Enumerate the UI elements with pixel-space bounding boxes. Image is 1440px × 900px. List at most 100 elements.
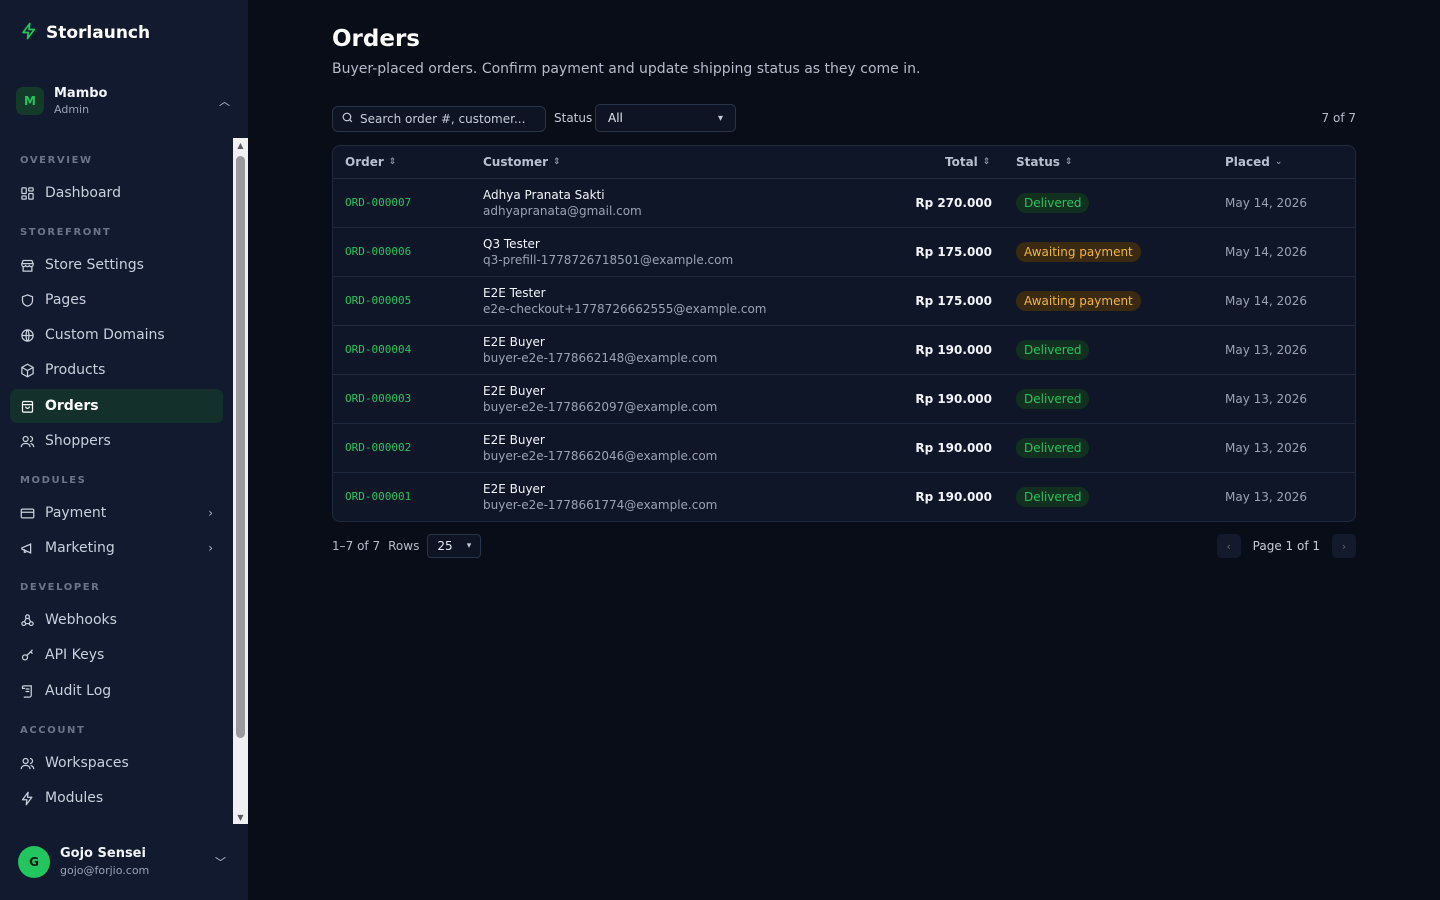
table-row[interactable]: ORD-000007 Adhya Pranata Sakti adhyaprana… <box>333 179 1355 228</box>
sidebar-item-label: Custom Domains <box>45 327 165 343</box>
search-icon <box>341 111 360 128</box>
section-modules: MODULES <box>20 475 87 486</box>
status-badge: Delivered <box>1016 193 1090 213</box>
order-number[interactable]: ORD-000001 <box>345 490 411 503</box>
order-date: May 13, 2026 <box>1225 343 1308 357</box>
table-row[interactable]: ORD-000003 E2E Buyer buyer-e2e-1778662097… <box>333 375 1355 424</box>
order-date: May 13, 2026 <box>1225 490 1308 504</box>
customer-name: E2E Buyer <box>483 335 545 349</box>
column-header-placed[interactable]: Placed ⌄ <box>1225 155 1282 169</box>
scroll-down-arrow-icon[interactable]: ▼ <box>233 810 248 824</box>
sidebar-item-label: API Keys <box>45 647 105 663</box>
search-box[interactable] <box>332 106 546 132</box>
customer-email: e2e-checkout+1778726662555@example.com <box>483 302 767 316</box>
pagination: ‹ Page 1 of 1 › <box>1216 534 1356 558</box>
column-header-customer[interactable]: Customer ⇕ <box>483 155 561 169</box>
store-icon <box>20 258 35 273</box>
column-header-total[interactable]: Total ⇕ <box>945 155 990 169</box>
order-total: Rp 175.000 <box>915 245 992 259</box>
sidebar-item-products[interactable]: Products <box>10 353 223 387</box>
chevron-down-icon: ▾ <box>466 541 472 551</box>
customer-email: buyer-e2e-1778662097@example.com <box>483 400 718 414</box>
order-number[interactable]: ORD-000004 <box>345 343 411 356</box>
order-date: May 14, 2026 <box>1225 196 1308 210</box>
range-text: 1–7 of 7 <box>332 539 381 553</box>
order-number[interactable]: ORD-000002 <box>345 441 411 454</box>
scroll-thumb[interactable] <box>236 156 245 738</box>
chevron-right-icon: › <box>208 506 213 520</box>
sidebar-item-modules[interactable]: Modules <box>10 781 223 815</box>
sidebar-item-label: Dashboard <box>45 185 121 201</box>
workspace-role: Admin <box>54 103 90 116</box>
sidebar-item-label: Store Settings <box>45 257 144 273</box>
order-number[interactable]: ORD-000007 <box>345 196 411 209</box>
sidebar-nav: OVERVIEW Dashboard STOREFRONT Store Sett… <box>0 138 248 824</box>
user-email: gojo@forjio.com <box>60 864 150 877</box>
status-filter-select[interactable]: All ▾ <box>595 104 736 132</box>
next-page-button[interactable]: › <box>1332 534 1356 558</box>
table-row[interactable]: ORD-000001 E2E Buyer buyer-e2e-1778661774… <box>333 473 1355 521</box>
table-row[interactable]: ORD-000005 E2E Tester e2e-checkout+177872… <box>333 277 1355 326</box>
status-badge: Delivered <box>1016 389 1090 409</box>
sidebar-item-dashboard[interactable]: Dashboard <box>10 176 223 210</box>
credit-card-icon <box>20 506 35 521</box>
table-row[interactable]: ORD-000002 E2E Buyer buyer-e2e-1778662046… <box>333 424 1355 473</box>
sidebar-item-audit-log[interactable]: Audit Log <box>10 674 223 708</box>
order-total: Rp 190.000 <box>915 343 992 357</box>
sidebar-item-orders[interactable]: Orders <box>10 389 223 423</box>
customer-email: adhyapranata@gmail.com <box>483 204 642 218</box>
bolt-icon <box>20 22 38 44</box>
search-input[interactable] <box>360 112 530 126</box>
header-label: Customer <box>483 155 549 169</box>
sidebar-item-label: Workspaces <box>45 755 129 771</box>
sidebar-item-api-keys[interactable]: API Keys <box>10 638 223 672</box>
sidebar-item-label: Webhooks <box>45 612 117 628</box>
globe-icon <box>20 328 35 343</box>
order-number[interactable]: ORD-000003 <box>345 392 411 405</box>
customer-email: buyer-e2e-1778662046@example.com <box>483 449 718 463</box>
sidebar-item-custom-domains[interactable]: Custom Domains <box>10 318 223 352</box>
sidebar-item-payment[interactable]: Payment › <box>10 496 223 530</box>
page-subtitle: Buyer-placed orders. Confirm payment and… <box>332 61 921 77</box>
table-row[interactable]: ORD-000004 E2E Buyer buyer-e2e-1778662148… <box>333 326 1355 375</box>
scroll-up-arrow-icon[interactable]: ▲ <box>233 138 248 152</box>
sidebar-item-label: Orders <box>45 398 99 414</box>
megaphone-icon <box>20 541 35 556</box>
avatar: G <box>18 846 50 878</box>
chevron-down-icon: ﹀ <box>215 856 226 869</box>
column-header-status[interactable]: Status ⇕ <box>1016 155 1072 169</box>
status-badge: Delivered <box>1016 340 1090 360</box>
brand[interactable]: Storlaunch <box>20 22 150 44</box>
prev-page-button[interactable]: ‹ <box>1216 534 1241 558</box>
order-number[interactable]: ORD-000005 <box>345 294 411 307</box>
sidebar-item-workspaces[interactable]: Workspaces <box>10 746 223 780</box>
pagination-summary: 1–7 of 7 Rows 25 ▾ <box>332 534 482 558</box>
table-row[interactable]: ORD-000006 Q3 Tester q3-prefill-177872671… <box>333 228 1355 277</box>
brand-name: Storlaunch <box>46 23 151 43</box>
sidebar-item-shoppers[interactable]: Shoppers <box>10 424 223 458</box>
grid-icon <box>20 186 35 201</box>
order-date: May 13, 2026 <box>1225 392 1308 406</box>
order-total: Rp 270.000 <box>915 196 992 210</box>
sidebar-item-label: Products <box>45 362 106 378</box>
sort-icon: ⇕ <box>388 157 397 167</box>
webhook-icon <box>20 613 35 628</box>
order-date: May 13, 2026 <box>1225 441 1308 455</box>
status-badge: Delivered <box>1016 487 1090 507</box>
order-number[interactable]: ORD-000006 <box>345 245 411 258</box>
workspace-name: Mambo <box>54 86 108 101</box>
workspace-switcher[interactable]: M Mambo Admin ︿ <box>10 80 238 122</box>
sidebar-item-marketing[interactable]: Marketing › <box>10 531 223 565</box>
sidebar-item-store-settings[interactable]: Store Settings <box>10 248 223 282</box>
bolt-icon <box>20 791 35 806</box>
chevron-left-icon: ‹ <box>1226 539 1231 553</box>
order-total: Rp 190.000 <box>915 392 992 406</box>
rows-per-page-select[interactable]: 25 ▾ <box>427 534 482 558</box>
sidebar-item-pages[interactable]: Pages <box>10 283 223 317</box>
sidebar-scrollbar[interactable]: ▲ ▼ <box>233 138 248 824</box>
sidebar-item-label: Audit Log <box>45 683 112 699</box>
section-developer: DEVELOPER <box>20 582 101 593</box>
user-menu[interactable]: G Gojo Sensei gojo@forjio.com ﹀ <box>10 836 238 888</box>
sidebar-item-webhooks[interactable]: Webhooks <box>10 603 223 637</box>
column-header-order[interactable]: Order ⇕ <box>345 155 396 169</box>
